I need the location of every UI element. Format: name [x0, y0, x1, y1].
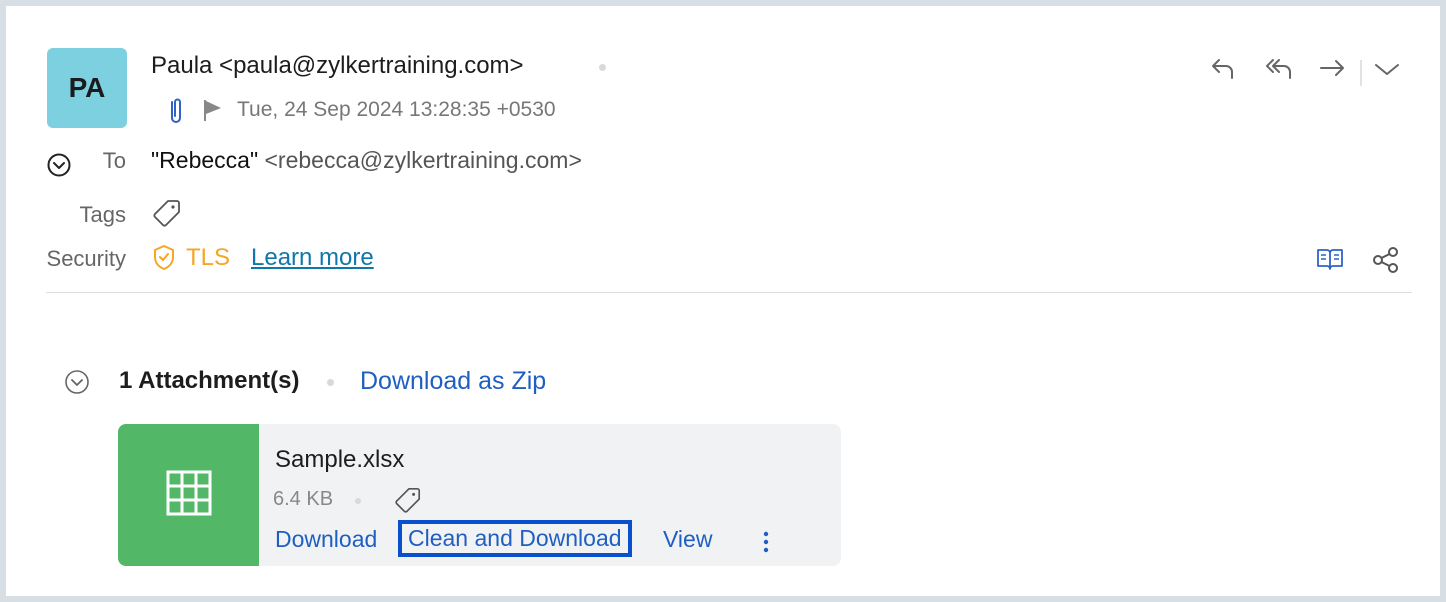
- email-date: Tue, 24 Sep 2024 13:28:35 +0530: [237, 98, 556, 121]
- more-chevron-icon[interactable]: [1372, 56, 1402, 87]
- separator-dot: [355, 498, 361, 504]
- download-button[interactable]: Download: [275, 526, 377, 553]
- collapse-attachments-icon[interactable]: [64, 369, 90, 400]
- file-name[interactable]: Sample.xlsx: [275, 446, 404, 474]
- avatar-initials: PA: [68, 72, 106, 103]
- reply-all-icon[interactable]: [1264, 54, 1296, 87]
- clean-and-download-button[interactable]: Clean and Download: [398, 520, 632, 557]
- tls-badge: TLS: [186, 244, 231, 271]
- attachments-count: 1 Attachment(s): [119, 367, 300, 394]
- to-label: To: [102, 148, 126, 173]
- file-size: 6.4 KB: [273, 488, 334, 510]
- header-divider: [46, 292, 1412, 293]
- separator-dot: [599, 64, 606, 71]
- tag-icon[interactable]: [152, 198, 182, 233]
- download-as-zip-link[interactable]: Download as Zip: [360, 367, 546, 396]
- forward-icon[interactable]: [1318, 54, 1348, 87]
- share-icon[interactable]: [1372, 246, 1400, 279]
- recipient-name: "Rebecca": [151, 147, 259, 173]
- file-thumbnail[interactable]: [118, 424, 259, 566]
- spreadsheet-icon: [166, 470, 212, 521]
- reading-mode-icon[interactable]: [1315, 246, 1345, 277]
- security-label: Security: [46, 246, 126, 271]
- attachment-card: Sample.xlsx 6.4 KB Download Clean and Do…: [118, 424, 841, 566]
- tags-label: Tags: [79, 202, 126, 227]
- toolbar-divider: [1360, 60, 1362, 86]
- reply-icon[interactable]: [1210, 54, 1238, 87]
- email-view-panel: PA Paula <paula@zylkertraining.com> Tue,…: [6, 6, 1440, 596]
- sender-avatar: PA: [47, 48, 127, 128]
- file-tag-icon[interactable]: [394, 486, 422, 519]
- attachment-icon: [166, 96, 186, 131]
- view-button[interactable]: View: [663, 526, 712, 553]
- shield-check-icon: [152, 244, 176, 277]
- sender-name-email[interactable]: Paula <paula@zylkertraining.com>: [151, 52, 524, 80]
- flag-icon[interactable]: [202, 98, 224, 127]
- more-options-icon[interactable]: [762, 530, 770, 559]
- recipient-email: <rebecca@zylkertraining.com>: [264, 147, 582, 173]
- to-recipient[interactable]: "Rebecca" <rebecca@zylkertraining.com>: [151, 147, 582, 174]
- learn-more-link[interactable]: Learn more: [251, 244, 374, 272]
- separator-dot: [327, 379, 334, 386]
